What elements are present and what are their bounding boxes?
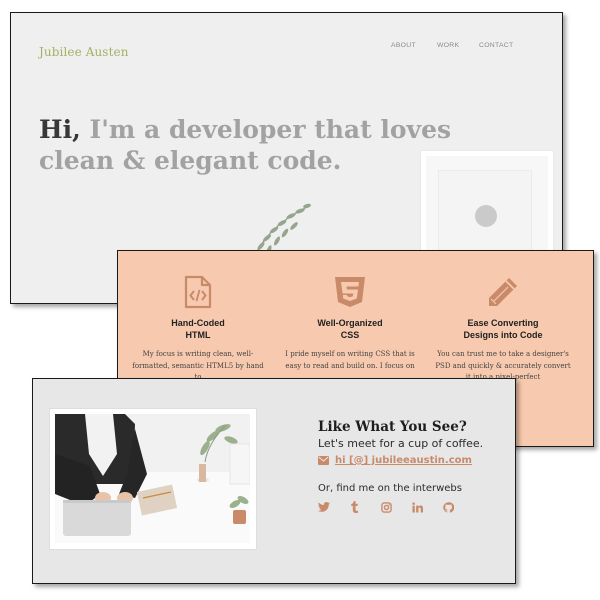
pencil-icon (489, 278, 517, 306)
feature-title: Well-Organized CSS (317, 318, 383, 340)
feature-title: Ease Converting Designs into Code (463, 318, 543, 340)
feature-css: Well-Organized CSS I pride myself on wri… (280, 251, 420, 372)
feature-html: Hand-Coded HTML My focus is writing clea… (128, 251, 268, 384)
html-file-icon (184, 275, 212, 309)
twitter-icon[interactable] (317, 500, 331, 514)
hero-headline: Hi, I'm a developer that loves clean & e… (39, 114, 459, 176)
nav-contact[interactable]: CONTACT (479, 42, 513, 49)
feature-design: Ease Converting Designs into Code You ca… (433, 251, 573, 384)
contact-subtitle: Let's meet for a cup of coffee. (318, 437, 484, 450)
tumblr-icon[interactable] (348, 500, 362, 514)
nav-about[interactable]: ABOUT (391, 42, 416, 49)
envelope-icon (318, 456, 329, 465)
social-prompt: Or, find me on the interwebs (318, 483, 462, 494)
site-logo[interactable]: Jubilee Austen (39, 45, 129, 59)
headline-greeting: Hi, (39, 115, 81, 144)
social-links (317, 500, 455, 514)
email-row: hi [@] jubileeaustin.com (318, 455, 472, 466)
email-link[interactable]: hi [@] jubileeaustin.com (335, 455, 472, 466)
feature-title: Hand-Coded HTML (171, 318, 225, 340)
workspace-photo (49, 408, 257, 550)
headline-text: I'm a developer that loves clean & elega… (39, 115, 452, 175)
instagram-icon[interactable] (379, 500, 393, 514)
github-icon[interactable] (441, 500, 455, 514)
nav-work[interactable]: WORK (437, 42, 459, 49)
contact-screenshot: Like What You See? Let's meet for a cup … (32, 378, 516, 584)
css3-icon (335, 277, 365, 307)
linkedin-icon[interactable] (410, 500, 424, 514)
contact-title: Like What You See? (318, 419, 467, 435)
workspace-illustration (55, 414, 250, 543)
feature-description: I pride myself on writing CSS that is ea… (285, 350, 415, 370)
